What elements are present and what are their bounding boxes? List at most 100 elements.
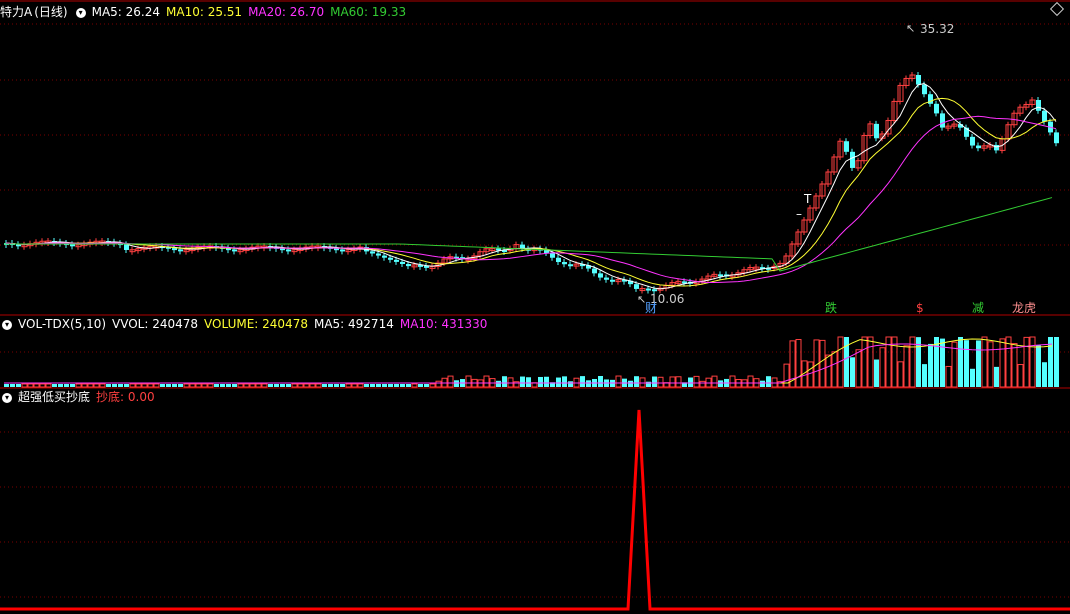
ma5-line (5, 83, 1057, 290)
event-marker-low[interactable]: 财 (645, 301, 657, 315)
indicator-panel-header: ▾ 超强低买抄底 抄底: 0.00 (0, 389, 161, 405)
volume-bar (945, 365, 952, 388)
volume-bar (33, 383, 40, 388)
volume-bar (729, 375, 736, 388)
volume-bar (940, 338, 945, 387)
volume-bar (286, 384, 291, 387)
volume-bar (771, 377, 778, 388)
volume-bar (1005, 336, 1012, 388)
candle-body (178, 249, 183, 252)
candle-body (382, 255, 387, 258)
volume-bar (861, 336, 868, 388)
volume-bar (718, 380, 723, 387)
volume-label: VOLUME: 240478 (204, 317, 308, 331)
volume-bar (99, 383, 106, 388)
volume-bar (10, 384, 15, 387)
volume-ma10-line (4, 343, 1053, 384)
volume-bar (483, 375, 490, 388)
stock-chart[interactable]: ↖ 35.32 ↖ 10.06 T – 财 跌 $ 减 龙虎 (0, 0, 1070, 614)
volume-bar (135, 383, 142, 388)
candle-body (916, 75, 921, 85)
event-marker-4[interactable]: 龙虎 (1012, 301, 1036, 315)
volume-bar (454, 380, 459, 387)
candle-body (718, 274, 723, 277)
volume-bar (64, 384, 69, 387)
volume-bar (364, 384, 369, 387)
indicator-signal-line (0, 409, 1070, 611)
volume-bar (538, 376, 543, 387)
candle-body (232, 249, 237, 252)
volume-bar (1017, 364, 1024, 388)
volume-bar (189, 383, 196, 388)
volume-bar (831, 351, 838, 388)
candle-body (388, 257, 393, 260)
volume-bar (334, 384, 339, 387)
dropdown-icon[interactable]: ▾ (2, 319, 12, 330)
volume-bar (195, 383, 202, 388)
volume-bar (711, 375, 718, 388)
volume-bar (556, 377, 561, 387)
volume-bar (315, 383, 322, 388)
volume-bar (291, 383, 298, 388)
candle-body (634, 284, 639, 289)
volume-bar (586, 380, 591, 387)
volume-bar (879, 347, 886, 388)
volume-bar (568, 381, 573, 387)
volume-bar (52, 384, 57, 387)
candle-body (592, 268, 597, 274)
volume-bar (424, 384, 429, 387)
volume-bar (345, 383, 352, 388)
ma60-line (4, 197, 1053, 272)
volume-bar (429, 383, 436, 388)
volume-bar (328, 384, 333, 387)
volume-bar (807, 361, 814, 388)
candle-body (550, 252, 555, 258)
volume-bar (27, 383, 34, 388)
volume-bar (825, 354, 832, 388)
volume-bar (795, 339, 802, 388)
volume-bar (435, 380, 442, 388)
volume-bar (981, 336, 988, 388)
volume-bar (976, 340, 981, 387)
price-panel-header: 特力A (日线) ▾ MA5: 26.24 MA10: 25.51 MA20: 26.70… (0, 4, 412, 20)
volume-bar (243, 383, 250, 388)
volume-bar (406, 384, 411, 387)
volume-bar (465, 375, 472, 388)
event-marker-2[interactable]: $ (916, 301, 924, 315)
volume-bar (1029, 336, 1036, 388)
candle-body (1036, 100, 1041, 111)
volume-bar (411, 383, 418, 388)
candle-body (400, 261, 405, 264)
volume-bar (999, 338, 1006, 388)
volume-bar (388, 384, 393, 387)
event-marker-1[interactable]: 跌 (825, 300, 837, 315)
candle-body (610, 279, 615, 282)
candle-body (376, 253, 381, 256)
candle-body (562, 262, 567, 265)
ma20-line (5, 115, 1057, 284)
volume-bar (628, 380, 633, 387)
dropdown-icon[interactable]: ▾ (75, 7, 86, 18)
t-mark: T (803, 192, 812, 206)
dropdown-icon[interactable]: ▾ (2, 392, 12, 403)
volume-bar (81, 383, 88, 388)
volume-bar (93, 383, 100, 388)
ma5-label: MA5: 26.24 (91, 5, 161, 19)
indicator-name: 超强低买抄底 (18, 390, 91, 404)
volume-bar (214, 384, 219, 387)
volume-bar (400, 384, 405, 387)
volume-bar (106, 384, 111, 387)
volume-bar (394, 384, 399, 387)
vvol-label: VVOL: 240478 (112, 317, 199, 331)
volume-bar (237, 383, 244, 388)
volume-bar (268, 384, 273, 387)
candle-body (394, 259, 399, 262)
volume-bar (958, 337, 963, 387)
volume-bar (562, 376, 567, 387)
volume-bar (747, 375, 754, 388)
volume-bar (922, 364, 927, 387)
ma20-label: MA20: 26.70 (248, 5, 325, 19)
candle-body (922, 84, 927, 95)
candle-body (340, 249, 345, 252)
event-marker-3[interactable]: 减 (972, 301, 984, 315)
